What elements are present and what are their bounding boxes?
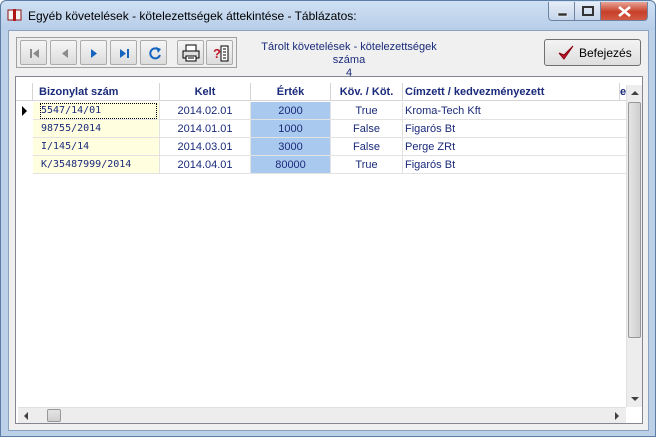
header-indicator — [16, 83, 33, 101]
header-recipient[interactable]: Címzett / kedvezményezett — [403, 83, 620, 101]
finish-button[interactable]: Befejezés — [544, 39, 641, 66]
printer-icon — [182, 44, 200, 62]
cell-recipient[interactable]: Perge ZRt — [403, 138, 628, 156]
cell-value[interactable]: 3000 — [251, 138, 331, 156]
row-indicator — [16, 120, 33, 138]
cell-value[interactable]: 80000 — [251, 156, 331, 174]
client-area: ? Tárolt követelések - kötelezettségek s… — [8, 30, 649, 431]
header-date[interactable]: Kelt — [160, 83, 251, 101]
check-icon — [558, 45, 574, 60]
app-book-icon — [7, 9, 22, 21]
finish-label: Befejezés — [579, 46, 632, 60]
window-title: Egyéb követelések - kötelezettségek átte… — [28, 9, 357, 23]
close-icon — [618, 5, 631, 18]
cell-doc-number[interactable]: 98755/2014 — [33, 120, 160, 138]
last-record-icon — [120, 49, 129, 58]
horizontal-scrollbar[interactable] — [18, 407, 626, 423]
cell-receivable-payable[interactable]: True — [331, 156, 403, 174]
focus-rectangle — [40, 103, 157, 119]
header-value[interactable]: Érték — [251, 83, 331, 101]
cell-date[interactable]: 2014.01.01 — [160, 120, 251, 138]
cell-date[interactable]: 2014.03.01 — [160, 138, 251, 156]
first-record-icon — [30, 49, 39, 58]
cell-date[interactable]: 2014.02.01 — [160, 102, 251, 120]
scroll-up-icon[interactable] — [627, 85, 643, 101]
maximize-button[interactable] — [575, 2, 601, 21]
row-indicator — [16, 156, 33, 174]
first-record-button[interactable] — [20, 40, 47, 65]
row-indicator — [16, 138, 33, 156]
record-navigator: ? — [16, 37, 237, 68]
cell-receivable-payable[interactable]: True — [331, 102, 403, 120]
help-icon: ? — [213, 45, 229, 62]
maximize-icon — [582, 6, 594, 16]
next-record-icon — [91, 49, 97, 58]
current-row-indicator-icon — [16, 102, 33, 120]
svg-text:?: ? — [213, 46, 221, 61]
stored-label-text: Tárolt követelések - kötelezettségek szá… — [261, 41, 437, 66]
scroll-down-icon[interactable] — [627, 391, 643, 407]
stored-count-label: Tárolt követelések - kötelezettségek szá… — [249, 41, 449, 80]
vertical-scrollbar[interactable] — [626, 85, 642, 407]
cell-receivable-payable[interactable]: False — [331, 120, 403, 138]
cell-date[interactable]: 2014.04.01 — [160, 156, 251, 174]
minimize-button[interactable] — [548, 2, 575, 21]
cell-recipient[interactable]: Figarós Bt — [403, 120, 628, 138]
scroll-left-icon[interactable] — [18, 408, 34, 424]
help-button[interactable]: ? — [206, 40, 233, 65]
app-window: Egyéb követelések - kötelezettségek átte… — [0, 0, 656, 437]
cell-receivable-payable[interactable]: False — [331, 138, 403, 156]
title-bar[interactable]: Egyéb követelések - kötelezettségek átte… — [1, 1, 655, 30]
cell-value[interactable]: 2000 — [251, 102, 331, 120]
prev-record-icon — [62, 49, 68, 58]
cell-recipient[interactable]: Kroma-Tech Kft — [403, 102, 628, 120]
close-button[interactable] — [601, 2, 648, 21]
cell-doc-number[interactable]: K/35487999/2014 — [33, 156, 160, 174]
refresh-button[interactable] — [140, 40, 167, 65]
header-receivable-payable[interactable]: Köv. / Köt. — [331, 83, 403, 101]
cell-doc-number[interactable]: I/145/14 — [33, 138, 160, 156]
next-record-button[interactable] — [80, 40, 107, 65]
minimize-icon — [557, 12, 568, 17]
scroll-right-icon[interactable] — [609, 408, 625, 424]
records-grid[interactable]: Bizonylat szám Kelt Érték Köv. / Köt. Cí… — [15, 76, 643, 424]
vertical-scroll-thumb[interactable] — [628, 102, 641, 338]
cell-value[interactable]: 1000 — [251, 120, 331, 138]
refresh-icon — [149, 47, 161, 60]
last-record-button[interactable] — [110, 40, 137, 65]
header-doc-number[interactable]: Bizonylat szám — [33, 83, 160, 101]
cell-recipient[interactable]: Figarós Bt — [403, 156, 628, 174]
horizontal-scroll-thumb[interactable] — [47, 409, 61, 422]
prev-record-button[interactable] — [50, 40, 77, 65]
print-button[interactable] — [177, 40, 204, 65]
